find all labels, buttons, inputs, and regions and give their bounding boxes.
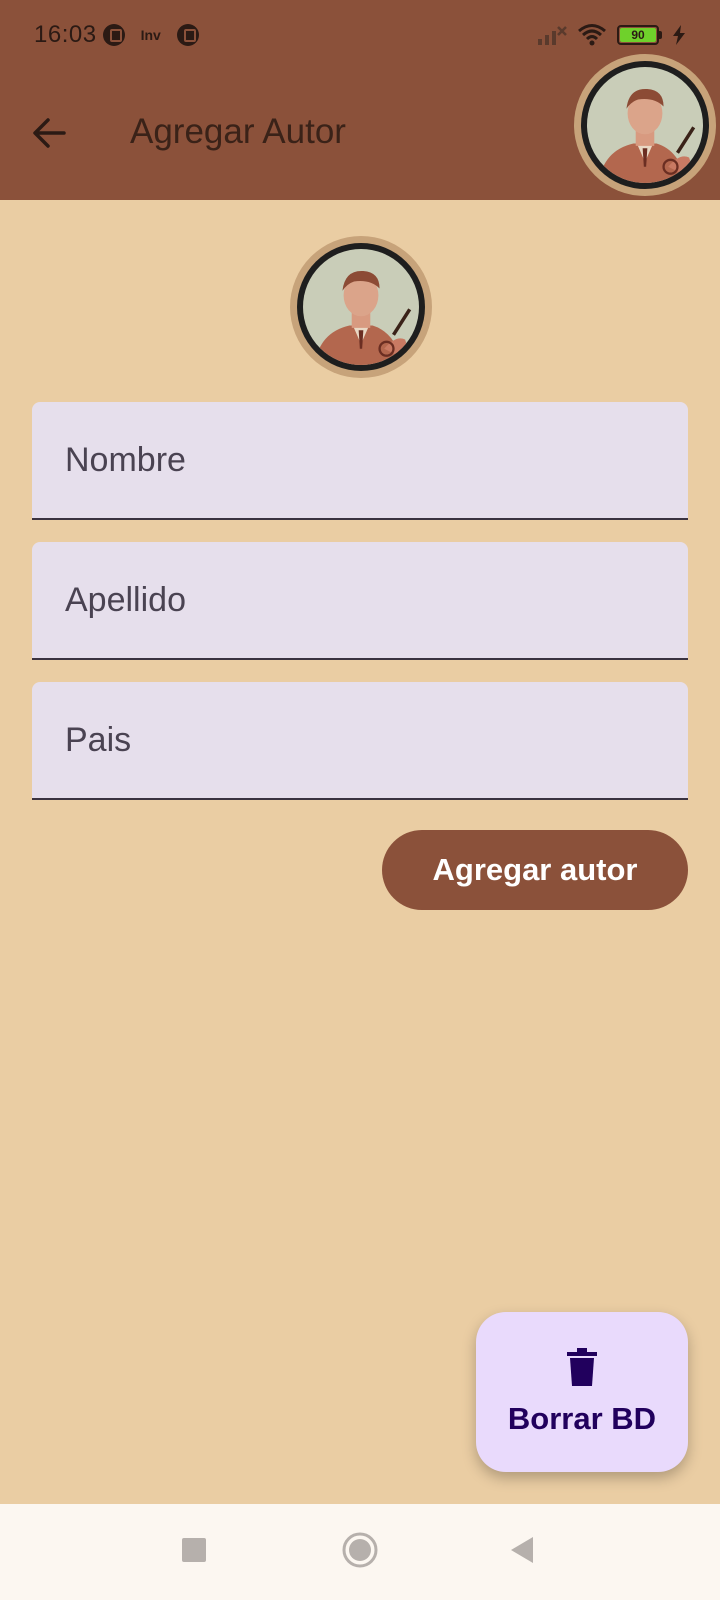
add-author-button[interactable]: Agregar autor — [382, 830, 688, 910]
signal-icon — [537, 24, 567, 46]
wifi-icon — [577, 23, 607, 47]
status-right: 90 — [537, 23, 686, 47]
pais-field[interactable] — [32, 682, 688, 800]
author-avatar[interactable] — [290, 236, 432, 378]
nombre-field[interactable] — [32, 402, 688, 520]
app-bar: Agregar Autor — [0, 54, 720, 200]
battery-icon: 90 — [617, 25, 662, 45]
trash-icon — [567, 1347, 597, 1391]
app-notification-icon — [176, 24, 199, 46]
status-bar: 16:03 Inv 90 — [0, 0, 720, 70]
pais-input[interactable] — [32, 682, 688, 798]
home-button[interactable] — [340, 1532, 380, 1572]
app-notification-icon — [102, 24, 125, 46]
nombre-input[interactable] — [32, 402, 688, 518]
page-title: Agregar Autor — [130, 112, 346, 151]
status-time: 16:03 — [34, 21, 97, 48]
author-avatar-header[interactable] — [574, 54, 716, 196]
apellido-field[interactable] — [32, 542, 688, 660]
status-left: 16:03 Inv — [34, 21, 199, 49]
recent-apps-button[interactable] — [174, 1532, 214, 1572]
home-icon — [341, 1531, 379, 1574]
charging-bolt-icon — [672, 25, 686, 45]
author-portrait-icon — [587, 67, 703, 183]
battery-level: 90 — [620, 28, 656, 42]
recent-apps-icon — [181, 1537, 207, 1568]
back-button[interactable] — [24, 110, 74, 160]
fab-label: Borrar BD — [507, 1400, 657, 1436]
system-back-button[interactable] — [502, 1532, 542, 1572]
status-app-text: Inv — [140, 27, 161, 43]
back-triangle-icon — [509, 1536, 535, 1569]
delete-db-fab[interactable]: Borrar BD — [476, 1312, 688, 1472]
arrow-back-icon — [31, 115, 67, 156]
system-nav-bar — [0, 1504, 720, 1600]
apellido-input[interactable] — [32, 542, 688, 658]
author-portrait-icon — [303, 249, 419, 365]
